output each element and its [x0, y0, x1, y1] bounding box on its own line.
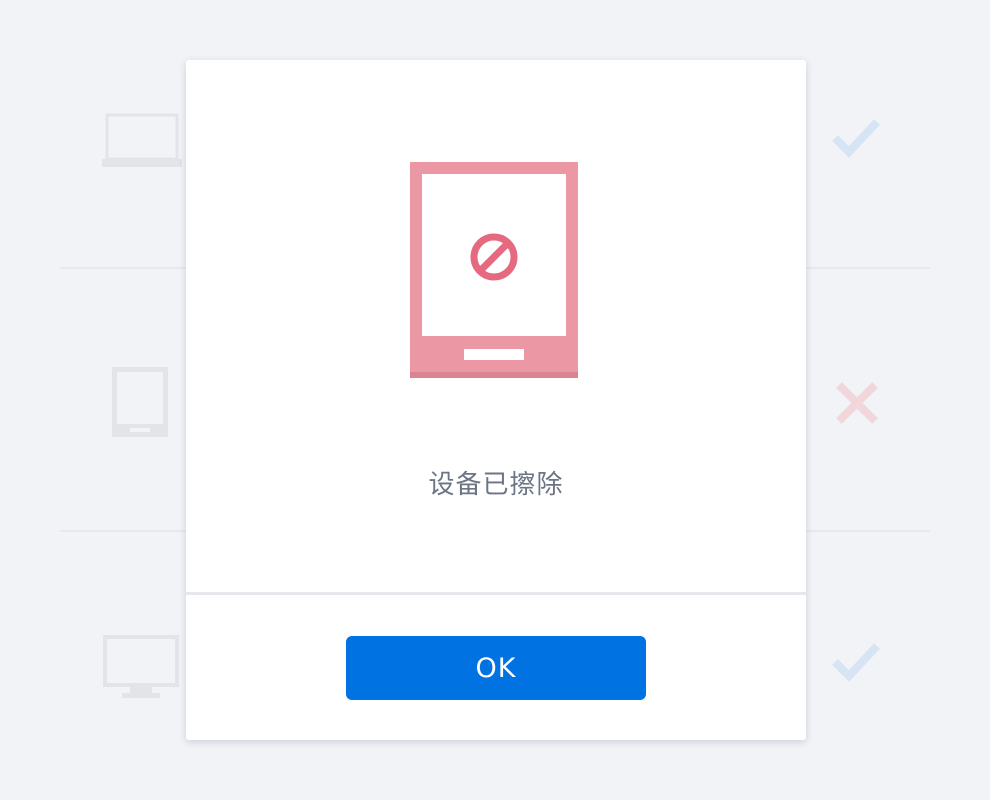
dialog-footer: OK — [186, 595, 806, 740]
ok-button[interactable]: OK — [346, 636, 646, 700]
dialog-body: 设备已擦除 — [186, 60, 806, 592]
device-erased-dialog: 设备已擦除 OK — [186, 60, 806, 740]
tablet-blocked-icon — [410, 162, 578, 378]
dialog-message: 设备已擦除 — [428, 470, 564, 500]
